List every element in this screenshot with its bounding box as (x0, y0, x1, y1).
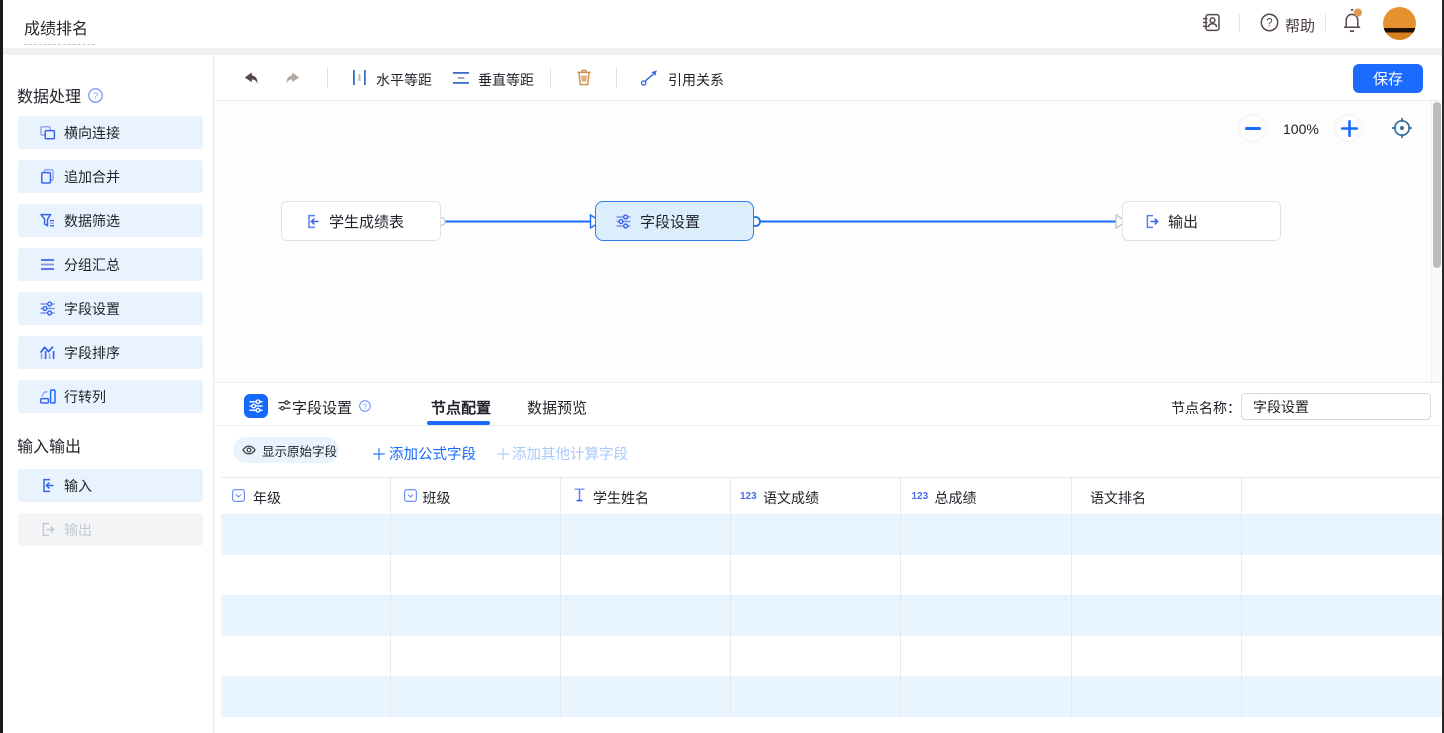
svg-text:?: ? (1266, 18, 1272, 30)
svg-text:?: ? (363, 402, 367, 411)
svg-text:?: ? (93, 91, 98, 102)
